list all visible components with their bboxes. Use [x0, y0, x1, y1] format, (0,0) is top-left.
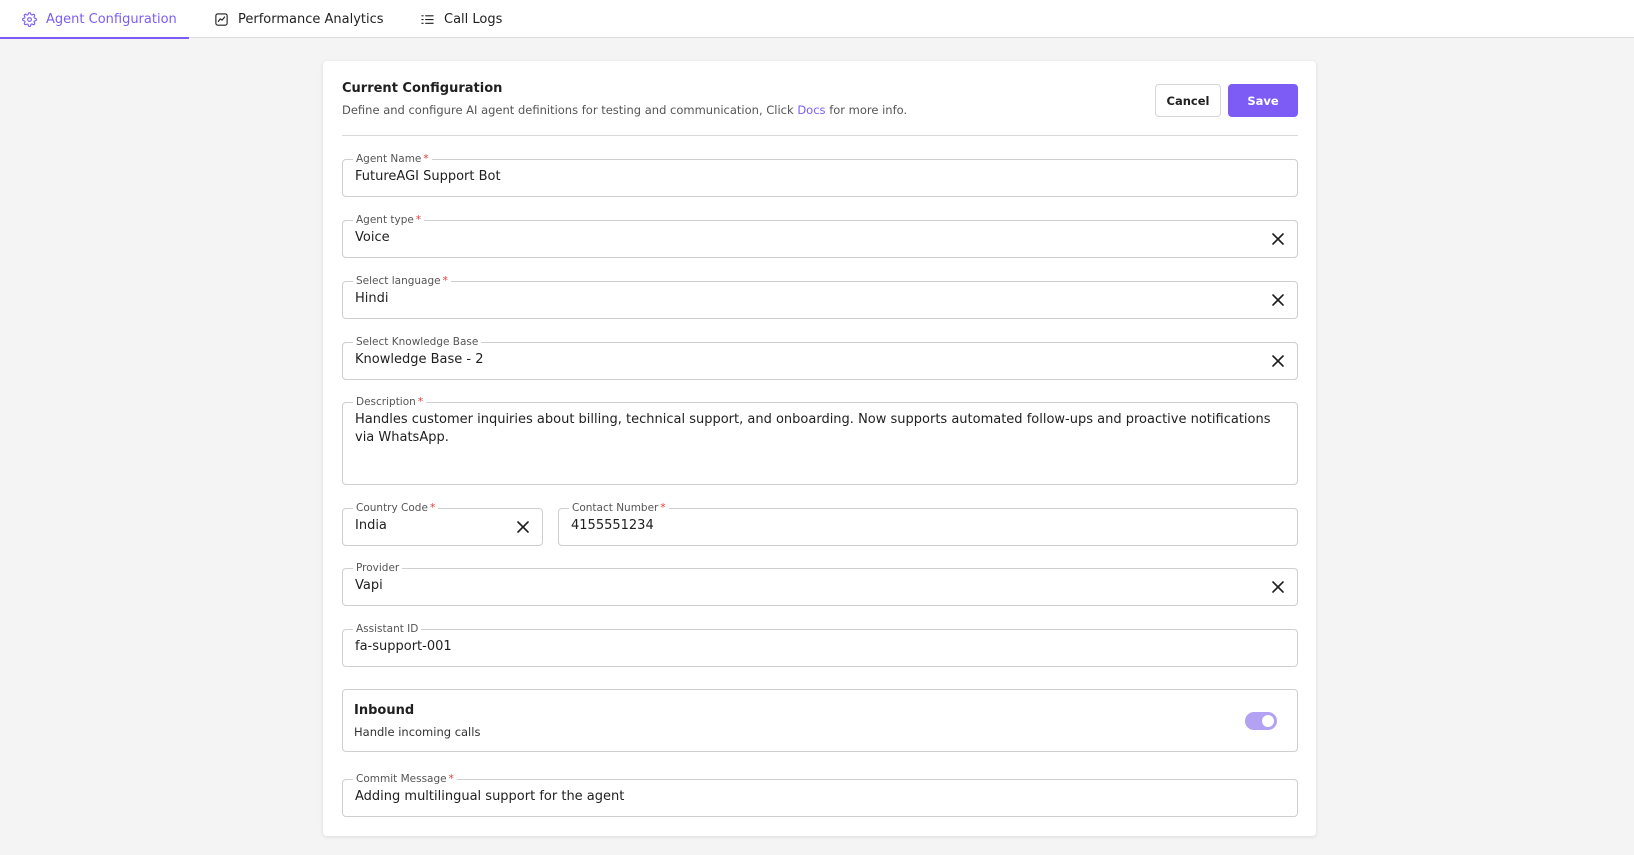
field-value: India	[355, 518, 387, 533]
field-label: Select Knowledge Base	[353, 335, 482, 349]
field-label: Description *	[353, 395, 427, 409]
card-title: Current Configuration	[342, 81, 503, 96]
inbound-title: Inbound	[354, 703, 415, 718]
label-text: Assistant ID	[356, 623, 419, 635]
tab-performance-analytics[interactable]: Performance Analytics	[214, 0, 384, 38]
field-value: FutureAGI Support Bot	[355, 169, 501, 184]
clear-icon[interactable]	[1271, 580, 1285, 594]
clear-icon[interactable]	[1271, 293, 1285, 307]
field-value: 4155551234	[571, 518, 654, 533]
save-button[interactable]: Save	[1228, 84, 1298, 117]
field-value: Voice	[355, 230, 390, 245]
field-label: Country Code *	[353, 501, 439, 515]
field-value: Vapi	[355, 578, 383, 593]
label-text: Agent type	[356, 214, 414, 226]
tab-label: Performance Analytics	[238, 11, 384, 27]
agent-type-select[interactable]: Agent type * Voice	[342, 213, 1298, 258]
field-label: Contact Number *	[569, 501, 669, 515]
docs-link[interactable]: Docs	[797, 103, 825, 117]
inbound-subtitle: Handle incoming calls	[354, 725, 481, 739]
tab-bar: Agent Configuration Performance Analytic…	[0, 0, 1634, 39]
clear-icon[interactable]	[1271, 232, 1285, 246]
inbound-setting: Inbound Handle incoming calls	[342, 689, 1298, 752]
country-code-select[interactable]: Country Code * India	[342, 501, 543, 546]
description-textarea[interactable]: Description * Handles customer inquiries …	[342, 395, 1298, 485]
required-marker: *	[415, 214, 422, 226]
subtitle-text: Define and configure AI agent definition…	[342, 103, 798, 117]
field-value: Adding multilingual support for the agen…	[355, 789, 625, 804]
field-label: Agent type *	[353, 213, 425, 227]
card-subtitle: Define and configure AI agent definition…	[342, 103, 907, 117]
clear-icon[interactable]	[516, 520, 530, 534]
inbound-toggle[interactable]	[1245, 712, 1277, 730]
clear-icon[interactable]	[1271, 354, 1285, 368]
label-text: Select Knowledge Base	[356, 336, 479, 348]
subtitle-text-end: for more info.	[825, 103, 908, 117]
list-icon	[421, 14, 434, 24]
field-label: Select language *	[353, 274, 451, 288]
contact-number-field[interactable]: Contact Number * 4155551234	[558, 501, 1298, 546]
commit-message-field[interactable]: Commit Message * Adding multilingual supp…	[342, 772, 1298, 817]
label-text: Contact Number	[572, 502, 659, 514]
label-text: Provider	[356, 562, 400, 574]
required-marker: *	[442, 275, 448, 287]
cancel-button[interactable]: Cancel	[1155, 84, 1221, 117]
agent-name-field[interactable]: Agent Name * FutureAGI Support Bot	[342, 152, 1298, 197]
gear-icon	[22, 11, 37, 27]
label-text: Description	[356, 396, 416, 408]
label-text: Commit Message	[356, 773, 447, 785]
required-marker: *	[417, 396, 424, 408]
configuration-card: Current Configuration Define and configu…	[323, 61, 1316, 836]
field-label: Provider	[353, 561, 403, 575]
field-label: Agent Name *	[353, 152, 432, 166]
provider-select[interactable]: Provider Vapi	[342, 561, 1298, 606]
label-text: Select language	[356, 275, 441, 287]
knowledge-base-select[interactable]: Select Knowledge Base Knowledge Base - 2	[342, 335, 1298, 380]
language-select[interactable]: Select language * Hindi	[342, 274, 1298, 319]
field-label: Assistant ID	[353, 622, 422, 636]
field-value: Hindi	[355, 291, 389, 306]
tab-label: Call Logs	[444, 11, 503, 27]
assistant-id-field[interactable]: Assistant ID fa-support-001	[342, 622, 1298, 667]
label-text: Agent Name	[356, 153, 422, 165]
toggle-knob	[1262, 715, 1274, 727]
required-marker: *	[448, 773, 454, 785]
required-marker: *	[429, 502, 436, 514]
tab-label: Agent Configuration	[46, 11, 177, 27]
chart-icon	[215, 12, 228, 26]
tab-agent-configuration[interactable]: Agent Configuration	[0, 0, 189, 39]
field-value: Handles customer inquiries about billing…	[355, 412, 1271, 445]
field-value: fa-support-001	[355, 639, 452, 654]
label-text: Country Code	[356, 502, 428, 514]
required-marker: *	[423, 153, 429, 165]
tab-call-logs[interactable]: Call Logs	[420, 0, 502, 38]
divider	[342, 135, 1298, 136]
field-label: Commit Message *	[353, 772, 457, 786]
required-marker: *	[660, 502, 666, 514]
field-value: Knowledge Base - 2	[355, 352, 484, 367]
